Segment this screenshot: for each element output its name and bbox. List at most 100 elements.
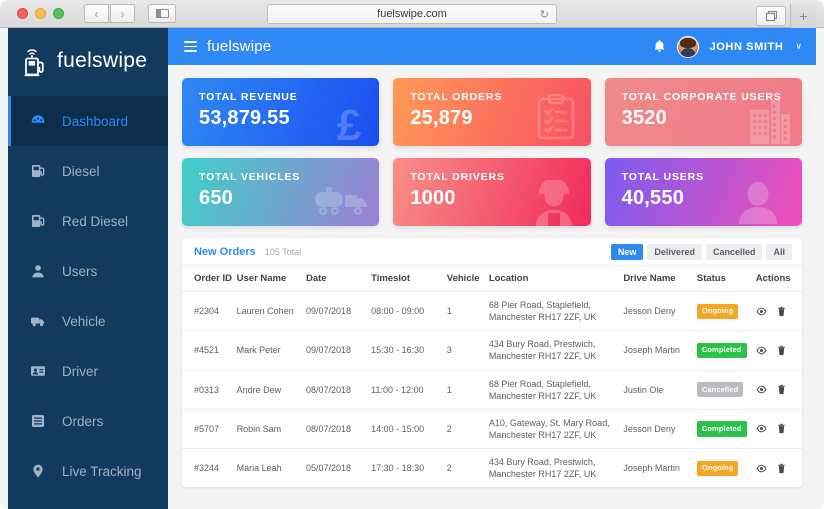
delete-icon[interactable] <box>776 345 787 356</box>
filter-cancelled[interactable]: Cancelled <box>705 243 763 260</box>
panel-title: New Orders <box>194 245 256 258</box>
stat-card-value: 40,550 <box>621 187 685 209</box>
topbar-right: JOHN SMITH ∨ <box>653 35 802 58</box>
cell-drive-name: Joseph Martin <box>623 330 697 371</box>
forward-button[interactable]: › <box>110 4 135 23</box>
filter-all[interactable]: All <box>766 243 792 260</box>
delete-icon[interactable] <box>776 384 787 395</box>
truck-icon <box>30 313 46 329</box>
table-row[interactable]: #3244 Maria Leah 05/07/2018 17:30 - 18:3… <box>182 449 802 488</box>
delete-icon[interactable] <box>776 463 787 474</box>
sidebar-item-dashboard[interactable]: Dashboard <box>8 96 168 146</box>
sidebar-item-users[interactable]: Users <box>8 246 168 296</box>
status-badge: Completed <box>696 421 747 437</box>
stat-card-value: 25,879 <box>410 107 473 129</box>
stat-card-value: 650 <box>199 187 233 209</box>
cell-date: 08/07/2018 <box>305 409 372 450</box>
view-icon[interactable] <box>756 384 767 395</box>
cell-actions <box>755 370 802 410</box>
cell-vehicle: 1 <box>446 291 489 332</box>
show-sidebar-button[interactable] <box>148 4 176 23</box>
bell-icon[interactable] <box>653 39 666 54</box>
sidebar-item-red-diesel[interactable]: Red Diesel <box>8 196 168 246</box>
stat-card-total-corporate-users[interactable]: TOTAL CORPORATE USERS 3520 <box>604 78 802 146</box>
view-icon[interactable] <box>756 306 767 317</box>
table-row[interactable]: #0313 Andre Dew 08/07/2018 11:00 - 12:00… <box>182 370 802 410</box>
cell-location: A10, Gateway, St. Mary Road, Manchester … <box>488 409 624 450</box>
cell-date: 05/07/2018 <box>305 463 352 474</box>
back-button[interactable]: ‹ <box>84 4 109 23</box>
sidebar-brand[interactable]: fuelswipe <box>8 28 168 94</box>
sidebar-nav: Dashboard Diesel Red Diesel Users Vehicl… <box>8 94 168 496</box>
dashboard-gauge-icon <box>30 113 46 129</box>
cell-vehicle: 3 <box>446 330 489 371</box>
cell-timeslot: 17:30 - 18:30 <box>371 463 425 474</box>
cell-timeslot: 15:30 - 16:30 <box>371 330 447 371</box>
cell-location: 68 Pier Road, Staplefield, Manchester RH… <box>488 291 624 332</box>
chevron-down-icon[interactable]: ∨ <box>795 41 802 52</box>
stat-card-total-revenue[interactable]: TOTAL REVENUE 53,879.55 £ <box>182 78 380 146</box>
filter-new[interactable]: New <box>610 243 644 260</box>
column-header-status[interactable]: Status <box>696 266 756 292</box>
cell-drive-name: Jesson Deny <box>623 291 697 332</box>
column-header-user-name[interactable]: User Name <box>236 266 306 292</box>
sidebar-item-label: Dashboard <box>62 113 129 129</box>
view-icon[interactable] <box>756 463 767 474</box>
cell-timeslot: 11:00 - 12:00 <box>371 370 447 410</box>
column-header-drive-name[interactable]: Drive Name <box>623 266 697 292</box>
reload-icon[interactable]: ↻ <box>540 8 549 21</box>
cell-vehicle: 2 <box>446 409 489 450</box>
close-window-button[interactable] <box>17 8 28 19</box>
address-bar[interactable]: fuelswipe.com ↻ <box>267 4 557 24</box>
orders-table-header: Order ID User Name Date Timeslot Vehicle… <box>182 266 802 292</box>
stat-card-total-drivers[interactable]: TOTAL DRIVERS 1000 <box>393 158 591 226</box>
new-tab-button[interactable]: + <box>790 4 816 28</box>
minimize-window-button[interactable] <box>35 8 46 19</box>
cell-status: Ongoing <box>696 291 756 332</box>
sidebar-item-label: Driver <box>62 363 98 379</box>
filter-delivered[interactable]: Delivered <box>647 243 702 260</box>
stat-card-total-vehicles[interactable]: TOTAL VEHICLES 650 <box>182 158 380 226</box>
column-header-order-id[interactable]: Order ID <box>182 266 237 292</box>
column-header-timeslot[interactable]: Timeslot <box>371 266 447 292</box>
cell-status: Ongoing <box>696 449 756 488</box>
panel-subtitle: 105 Total <box>264 246 302 257</box>
view-icon[interactable] <box>756 423 767 434</box>
table-row[interactable]: #2304 Lauren Cohen 09/07/2018 08:00 - 09… <box>182 291 802 332</box>
sidebar-panel-icon <box>155 9 169 18</box>
column-header-location[interactable]: Location <box>488 266 624 292</box>
stat-card-total-users[interactable]: TOTAL USERS 40,550 <box>604 158 802 226</box>
cell-status: Completed <box>696 330 756 371</box>
orders-table-body: #2304 Lauren Cohen 09/07/2018 08:00 - 09… <box>182 291 802 488</box>
stat-card-value: 53,879.55 <box>199 107 290 129</box>
fuel-pump-wifi-icon <box>23 45 49 77</box>
sidebar-item-orders[interactable]: Orders <box>8 396 168 446</box>
navigation-buttons: ‹ › <box>84 4 135 23</box>
maximize-window-button[interactable] <box>53 8 64 19</box>
sidebar-item-vehicle[interactable]: Vehicle <box>8 296 168 346</box>
delete-icon[interactable] <box>776 423 787 434</box>
cell-order-id: #5707 <box>182 409 237 450</box>
url-text: fuelswipe.com <box>377 8 447 20</box>
page-viewport: fuelswipe Dashboard Diesel Red Diesel Us… <box>0 28 824 509</box>
sidebar-item-driver[interactable]: Driver <box>8 346 168 396</box>
view-icon[interactable] <box>756 345 767 356</box>
show-tabs-button[interactable] <box>756 6 786 26</box>
delete-icon[interactable] <box>776 306 787 317</box>
table-row[interactable]: #4521 Mark Peter 09/07/2018 15:30 - 16:3… <box>182 330 802 371</box>
stat-card-total-orders[interactable]: TOTAL ORDERS 25,879 <box>393 78 591 146</box>
sidebar-item-live-tracking[interactable]: Live Tracking <box>8 446 168 496</box>
status-badge: Cancelled <box>696 382 744 398</box>
cell-location: 434 Bury Road, Prestwich, Manchester RH1… <box>488 457 597 480</box>
table-row[interactable]: #5707 Robin Sam 08/07/2018 14:00 - 15:00… <box>182 409 802 450</box>
sidebar-item-diesel[interactable]: Diesel <box>8 146 168 196</box>
column-header-date[interactable]: Date <box>305 266 372 292</box>
column-header-vehicle[interactable]: Vehicle <box>446 266 489 292</box>
window-traffic-lights <box>17 8 64 19</box>
avatar[interactable] <box>676 35 699 58</box>
cell-timeslot: 08:00 - 09:00 <box>371 291 447 332</box>
hamburger-icon[interactable] <box>184 41 197 52</box>
cell-order-id: #4521 <box>182 330 237 371</box>
list-icon <box>30 413 46 429</box>
sidebar-item-label: Users <box>62 263 98 279</box>
